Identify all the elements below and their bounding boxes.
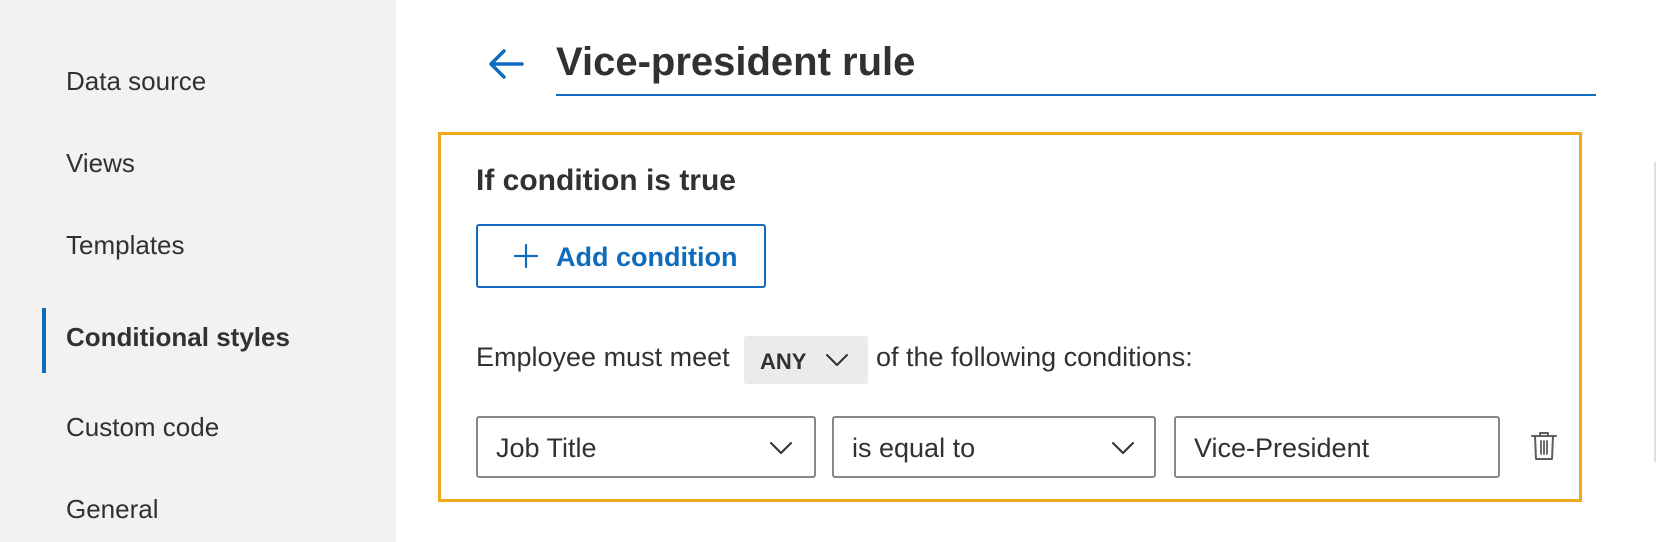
sidebar-item-templates[interactable]: Templates <box>66 230 185 261</box>
add-condition-button[interactable]: Add condition <box>476 224 766 288</box>
condition-field-dropdown[interactable]: Job Title <box>476 416 816 478</box>
match-mode-dropdown[interactable]: ANY <box>744 336 868 384</box>
scroll-edge-divider <box>1654 162 1656 462</box>
add-condition-label: Add condition <box>556 242 738 272</box>
condition-value-input[interactable]: Vice-President <box>1174 416 1500 478</box>
sidebar: Data source Views Templates Conditional … <box>0 0 396 542</box>
trash-icon[interactable] <box>1530 430 1558 462</box>
page-title: Vice-president rule <box>556 40 916 84</box>
sidebar-item-general[interactable]: General <box>66 494 159 525</box>
plus-icon <box>513 243 539 269</box>
match-mode-value: ANY <box>760 349 807 374</box>
condition-field-value: Job Title <box>496 433 597 463</box>
chevron-down-icon <box>824 352 850 368</box>
active-nav-indicator <box>42 308 46 373</box>
rule-title-field[interactable]: Vice-president rule <box>556 36 1596 96</box>
sidebar-item-conditional-styles[interactable]: Conditional styles <box>66 322 290 353</box>
condition-heading: If condition is true <box>476 164 736 197</box>
sidebar-item-data-source[interactable]: Data source <box>66 66 206 97</box>
chevron-down-icon <box>768 440 794 456</box>
chevron-down-icon <box>1110 440 1136 456</box>
sidebar-item-views[interactable]: Views <box>66 148 135 179</box>
condition-operator-dropdown[interactable]: is equal to <box>832 416 1156 478</box>
match-prefix-text: Employee must meet <box>476 342 730 372</box>
condition-operator-value: is equal to <box>852 433 976 463</box>
match-suffix-text: of the following conditions: <box>876 342 1193 372</box>
sidebar-item-custom-code[interactable]: Custom code <box>66 412 219 443</box>
condition-value-text: Vice-President <box>1194 433 1370 463</box>
back-arrow-icon[interactable] <box>484 42 528 86</box>
